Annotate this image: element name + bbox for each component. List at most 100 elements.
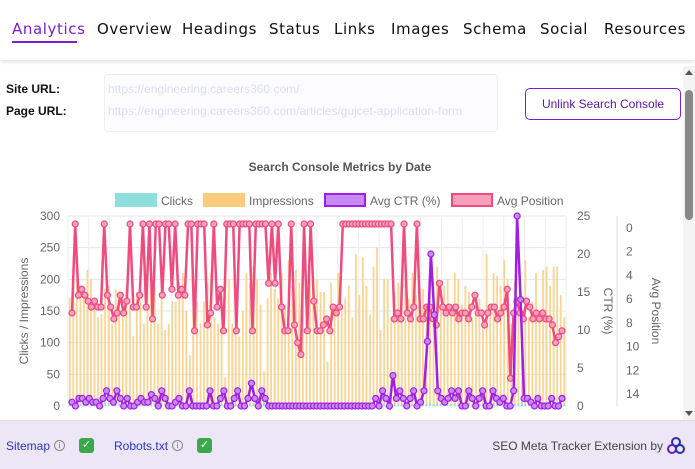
scroll-thumb[interactable] — [685, 90, 693, 220]
ctr-point-34 — [185, 387, 193, 395]
ctr-point-54 — [254, 402, 262, 410]
tab-images[interactable]: Images — [391, 20, 449, 38]
impression-bar-85 — [369, 314, 371, 406]
ctr-point-115 — [465, 387, 473, 395]
tab-status[interactable]: Status — [269, 20, 320, 38]
scroll-down-arrow-icon[interactable] — [685, 411, 693, 416]
left-tick-0: 0 — [53, 399, 60, 413]
impression-bar-86 — [372, 266, 375, 406]
sitemap-link[interactable]: Sitemap — [6, 439, 50, 453]
impression-bar-89 — [383, 279, 385, 406]
tricircle-logo-icon[interactable] — [667, 437, 685, 455]
position-point-31 — [168, 285, 176, 293]
impression-bar-17 — [128, 307, 131, 406]
left-tick-5: 250 — [40, 241, 60, 255]
impression-bar-73 — [326, 361, 329, 406]
impression-bar-121 — [496, 276, 499, 406]
click-bar-104 — [436, 402, 438, 406]
impression-bar-57 — [270, 273, 272, 406]
ctr-point-46 — [227, 402, 235, 410]
page-url-value[interactable]: https://engineering.careers360.com/artic… — [108, 104, 462, 118]
position-tick-7: 14 — [626, 387, 640, 401]
position-point-149 — [548, 321, 556, 329]
ctr-point-39 — [202, 402, 211, 410]
position-tick-1: 2 — [626, 245, 633, 259]
click-bar-55 — [263, 402, 265, 406]
position-point-62 — [268, 220, 276, 228]
ctr-point-87 — [368, 402, 376, 410]
position-point-56 — [248, 327, 257, 335]
position-point-117 — [445, 303, 453, 311]
impression-bar-79 — [347, 285, 350, 406]
ctr-point-8 — [96, 402, 104, 410]
robots-txt-link[interactable]: Robots.txt — [114, 439, 168, 453]
ctr-point-50 — [240, 402, 249, 410]
ctr-point-109 — [444, 394, 452, 402]
position-point-82 — [332, 309, 340, 317]
position-point-6 — [87, 303, 95, 311]
position-point-50 — [229, 220, 237, 228]
position-point-123 — [464, 315, 473, 323]
ctr-point-94 — [392, 394, 400, 402]
ctr-point-55 — [258, 387, 266, 395]
tab-overview[interactable]: Overview — [97, 20, 172, 38]
tab-resources[interactable]: Resources — [604, 20, 686, 38]
ctr-tick-0: 0 — [577, 399, 584, 413]
tab-headings[interactable]: Headings — [182, 20, 257, 38]
ctr-point-88 — [372, 394, 380, 402]
position-point-42 — [203, 321, 211, 329]
position-point-81 — [329, 303, 337, 311]
position-tick-6: 12 — [626, 363, 640, 377]
unlink-search-console-button[interactable]: Unlink Search Console — [525, 88, 681, 120]
robots-info-icon[interactable]: i — [172, 440, 183, 451]
position-point-14 — [113, 309, 121, 317]
position-point-77 — [316, 327, 324, 335]
tab-social[interactable]: Social — [540, 20, 588, 38]
position-point-109 — [419, 315, 427, 323]
position-tick-5: 10 — [626, 340, 640, 354]
position-point-55 — [245, 220, 253, 228]
position-point-9 — [97, 303, 105, 311]
impression-bar-12 — [111, 323, 114, 406]
site-url-label: Site URL: — [6, 82, 60, 96]
ctr-point-42 — [213, 402, 221, 410]
impression-bar-132 — [535, 273, 537, 406]
click-bar-94 — [400, 403, 403, 406]
position-point-51 — [232, 327, 241, 335]
ctr-point-102 — [420, 387, 428, 395]
position-point-102 — [397, 315, 405, 323]
click-bar-51 — [249, 403, 251, 406]
position-point-22 — [139, 220, 147, 228]
left-tick-6: 300 — [40, 209, 60, 223]
impression-bar-76 — [337, 273, 340, 406]
impression-bar-56 — [266, 298, 269, 406]
position-point-132 — [493, 315, 502, 323]
ctr-point-121 — [485, 402, 494, 410]
impression-bar-123 — [503, 260, 506, 406]
scroll-up-arrow-icon[interactable] — [685, 70, 693, 75]
impression-bar-46 — [231, 323, 234, 406]
impression-bar-75 — [333, 304, 336, 406]
position-point-27 — [155, 220, 163, 228]
sitemap-info-icon[interactable]: i — [54, 440, 65, 451]
ctr-point-26 — [158, 387, 166, 395]
impression-bar-82 — [358, 295, 361, 406]
tab-schema[interactable]: Schema — [463, 20, 527, 38]
position-point-75 — [310, 297, 318, 305]
click-bar-108 — [450, 404, 453, 406]
position-point-7 — [90, 297, 99, 305]
position-point-101 — [393, 309, 402, 317]
impression-bar-25 — [157, 323, 159, 406]
tab-links[interactable]: Links — [334, 20, 376, 38]
position-point-68 — [287, 220, 295, 228]
ctr-point-56 — [261, 394, 269, 402]
position-point-78 — [319, 321, 328, 329]
tab-analytics[interactable]: Analytics — [12, 20, 86, 38]
sitemap-check-icon: ✓ — [79, 438, 94, 453]
vertical-scrollbar[interactable] — [683, 66, 695, 420]
click-bar-103 — [432, 404, 435, 406]
impression-bar-7 — [93, 301, 96, 406]
position-point-65 — [277, 303, 286, 311]
site-url-value[interactable]: https://engineering.careers360.com/ — [108, 82, 299, 96]
position-point-69 — [290, 321, 299, 329]
